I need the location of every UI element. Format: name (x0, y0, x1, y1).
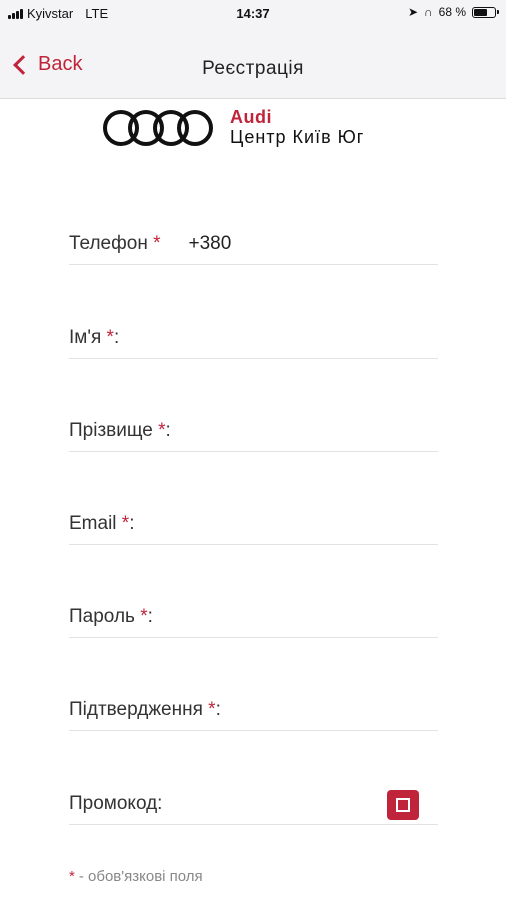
qr-scan-icon (396, 798, 403, 805)
required-fields-note: * - обов'язкові поля (69, 868, 203, 885)
surname-field[interactable]: Прізвище *: (69, 411, 438, 452)
logo-text: Audi Центр Київ Юг (230, 107, 365, 148)
headphones-icon: ∩ (424, 5, 433, 19)
password-input[interactable] (158, 605, 438, 629)
name-input[interactable] (125, 326, 438, 350)
required-note-text: - обов'язкові поля (78, 868, 203, 885)
nav-bar: Back Реєстрація (0, 28, 506, 99)
surname-label: Прізвище *: (69, 420, 171, 441)
battery-fill (474, 8, 487, 16)
promo-label: Промокод: (69, 793, 163, 814)
status-bar: Kyivstar LTE 14:37 ➤ ∩ 68 % (0, 0, 506, 28)
confirm-password-field[interactable]: Підтвердження *: (69, 690, 476, 731)
name-label: Ім'я *: (69, 327, 120, 348)
phone-input-value[interactable]: +380 (189, 233, 232, 255)
qr-scan-icon-corner (403, 805, 410, 812)
battery-icon (472, 6, 499, 18)
email-field[interactable]: Email *: (69, 504, 438, 545)
logo-brand: Audi (230, 107, 272, 128)
confirm-password-label: Підтвердження *: (69, 699, 221, 720)
location-icon: ➤ (407, 5, 419, 19)
logo-subtitle: Центр Київ Юг (230, 127, 365, 147)
email-label: Email *: (69, 513, 135, 534)
qr-scan-button[interactable] (387, 790, 419, 820)
qr-scan-icon-corner (403, 798, 410, 805)
status-right: ➤ ∩ 68 % (407, 5, 499, 19)
audi-logo: Audi Центр Київ Юг (102, 107, 365, 148)
phone-field[interactable]: Телефон * +380 (69, 224, 438, 265)
email-input[interactable] (140, 512, 438, 536)
phone-label: Телефон * (69, 233, 161, 254)
password-label: Пароль *: (69, 606, 153, 627)
required-mark: * (69, 868, 75, 885)
password-field[interactable]: Пароль *: (69, 597, 438, 638)
page-title: Реєстрація (202, 58, 304, 79)
promo-field[interactable]: Промокод: (69, 784, 438, 825)
name-field[interactable]: Ім'я *: (69, 318, 438, 359)
audi-rings-icon (102, 108, 214, 148)
battery-percent: 68 % (438, 5, 466, 19)
confirm-password-input[interactable] (226, 698, 476, 722)
surname-input[interactable] (176, 419, 438, 443)
qr-scan-icon-corner (396, 805, 403, 812)
